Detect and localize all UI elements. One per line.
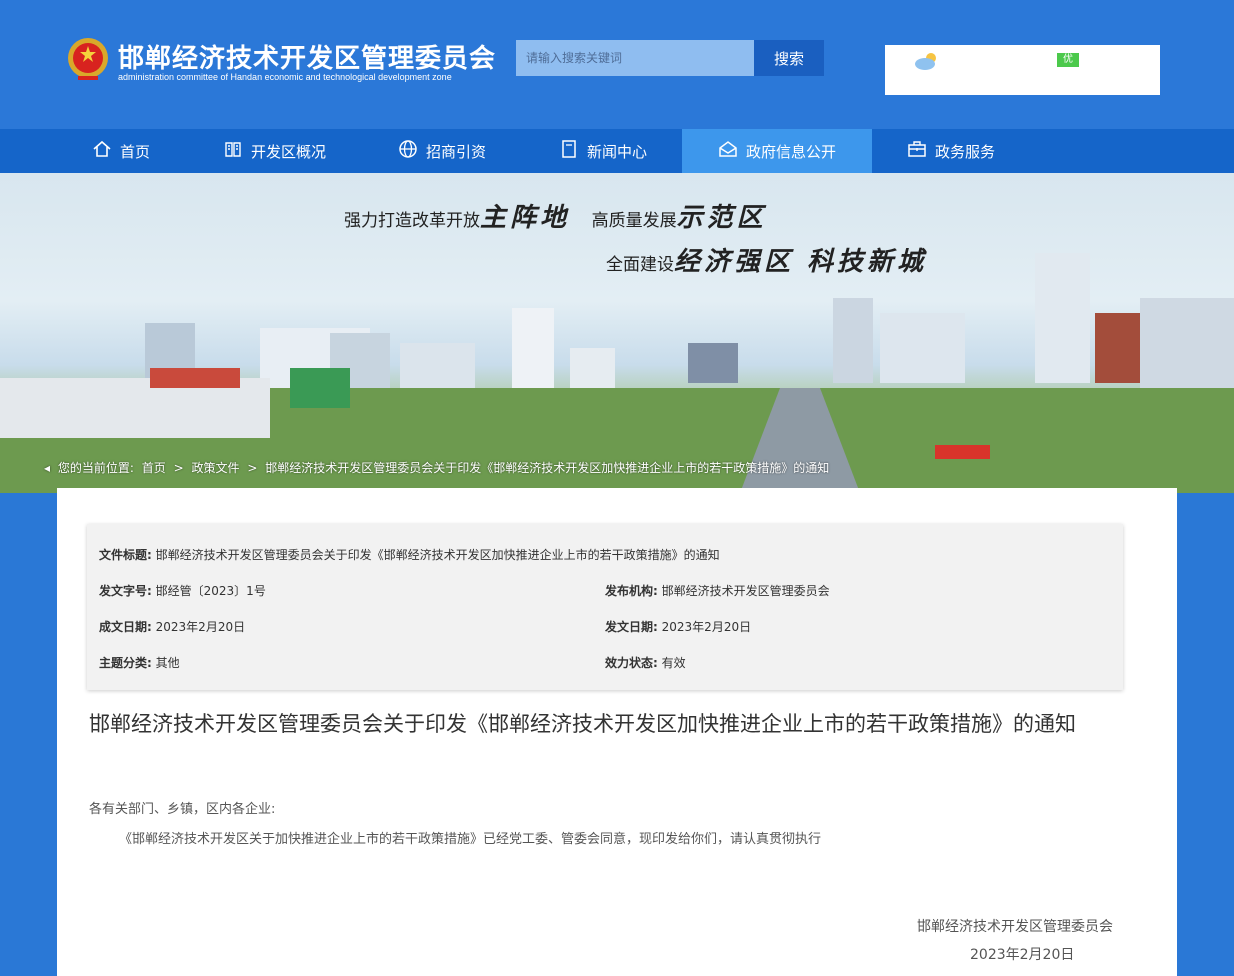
nav-item-news[interactable]: 新闻中心 bbox=[559, 129, 647, 173]
nav-label: 开发区概况 bbox=[251, 142, 327, 161]
breadcrumb-prefix: 您的当前位置: bbox=[57, 461, 134, 475]
nav-item-gov-info[interactable]: 政府信息公开 bbox=[682, 129, 872, 173]
meta-status-row: 效力状态: 有效 bbox=[605, 656, 686, 670]
hero-banner: 强力打造改革开放主阵地 高质量发展示范区 全面建设经济强区 科技新城 ◂ 您的当… bbox=[0, 173, 1234, 493]
banner-slogan-line2: 全面建设经济强区 科技新城 bbox=[606, 247, 928, 277]
national-emblem-icon bbox=[66, 36, 110, 82]
breadcrumb-current: 邯郸经济技术开发区管理委员会关于印发《邯郸经济技术开发区加快推进企业上市的若干政… bbox=[265, 461, 830, 475]
meta-issuer-value: 邯郸经济技术开发区管理委员会 bbox=[661, 584, 830, 598]
meta-docno-row: 发文字号: 邯经管〔2023〕1号 bbox=[99, 584, 266, 598]
nav-item-home[interactable]: 首页 bbox=[92, 129, 150, 173]
meta-topic-row: 主题分类: 其他 bbox=[99, 656, 180, 670]
meta-topic-value: 其他 bbox=[155, 656, 180, 670]
document-signature-date: 2023年2月20日 bbox=[970, 947, 1075, 963]
meta-issuer-row: 发布机构: 邯郸经济技术开发区管理委员会 bbox=[605, 584, 830, 598]
briefcase-icon bbox=[907, 139, 927, 163]
nav-label: 首页 bbox=[120, 142, 151, 161]
meta-title-row: 文件标题: 邯郸经济技术开发区管理委员会关于印发《邯郸经济技术开发区加快推进企业… bbox=[99, 548, 720, 562]
document-greeting: 各有关部门、乡镇，区内各企业: bbox=[89, 802, 276, 817]
meta-written-date-value: 2023年2月20日 bbox=[155, 620, 246, 634]
home-icon bbox=[92, 139, 112, 163]
content-card: 文件标题: 邯郸经济技术开发区管理委员会关于印发《邯郸经济技术开发区加快推进企业… bbox=[57, 488, 1177, 976]
meta-status-value: 有效 bbox=[661, 656, 686, 670]
meta-title-value: 邯郸经济技术开发区管理委员会关于印发《邯郸经济技术开发区加快推进企业上市的若干政… bbox=[155, 548, 720, 562]
document-icon bbox=[559, 139, 579, 163]
breadcrumb-separator: > bbox=[247, 461, 258, 475]
document-signature-org: 邯郸经济技术开发区管理委员会 bbox=[917, 919, 1113, 935]
meta-issued-date-row: 发文日期: 2023年2月20日 bbox=[605, 620, 752, 634]
site-header: 邯郸经济技术开发区管理委员会 administration committee … bbox=[0, 0, 1234, 130]
nav-label: 招商引资 bbox=[426, 142, 487, 161]
nav-label: 政务服务 bbox=[935, 142, 996, 161]
site-subtitle: administration committee of Handan econo… bbox=[118, 72, 452, 82]
nav-item-investment[interactable]: 招商引资 bbox=[398, 129, 486, 173]
globe-icon bbox=[398, 139, 418, 163]
meta-issued-date-value: 2023年2月20日 bbox=[661, 620, 752, 634]
location-icon: ◂ bbox=[44, 461, 51, 475]
nav-item-services[interactable]: 政务服务 bbox=[907, 129, 995, 173]
nav-item-overview[interactable]: 开发区概况 bbox=[223, 129, 326, 173]
search-input[interactable] bbox=[516, 40, 754, 76]
document-body: 《邯郸经济技术开发区关于加快推进企业上市的若干政策措施》已经党工委、管委会同意，… bbox=[119, 832, 822, 847]
nav-label: 新闻中心 bbox=[587, 142, 648, 161]
document-title: 邯郸经济技术开发区管理委员会关于印发《邯郸经济技术开发区加快推进企业上市的若干政… bbox=[89, 712, 1076, 736]
nav-label: 政府信息公开 bbox=[745, 142, 836, 161]
banner-slogan-line1: 强力打造改革开放主阵地 高质量发展示范区 bbox=[344, 203, 767, 233]
main-nav: 首页 开发区概况 招商引资 新闻中心 政府信息公开 政务服务 bbox=[0, 129, 1234, 173]
breadcrumb: ◂ 您的当前位置: 首页 > 政策文件 > 邯郸经济技术开发区管理委员会关于印发… bbox=[42, 459, 831, 476]
mailbox-icon bbox=[718, 139, 738, 163]
site-title[interactable]: 邯郸经济技术开发区管理委员会 bbox=[118, 38, 496, 75]
breadcrumb-policy-link[interactable]: 政策文件 bbox=[191, 461, 239, 475]
weather-widget: 优 bbox=[885, 45, 1160, 95]
cloud-icon bbox=[913, 51, 941, 75]
breadcrumb-home-link[interactable]: 首页 bbox=[142, 461, 166, 475]
breadcrumb-separator: > bbox=[173, 461, 184, 475]
book-icon bbox=[223, 139, 243, 163]
meta-docno-value: 邯经管〔2023〕1号 bbox=[155, 584, 266, 598]
search-button[interactable]: 搜索 bbox=[754, 40, 824, 76]
aqi-badge: 优 bbox=[1057, 53, 1079, 67]
meta-written-date-row: 成文日期: 2023年2月20日 bbox=[99, 620, 246, 634]
